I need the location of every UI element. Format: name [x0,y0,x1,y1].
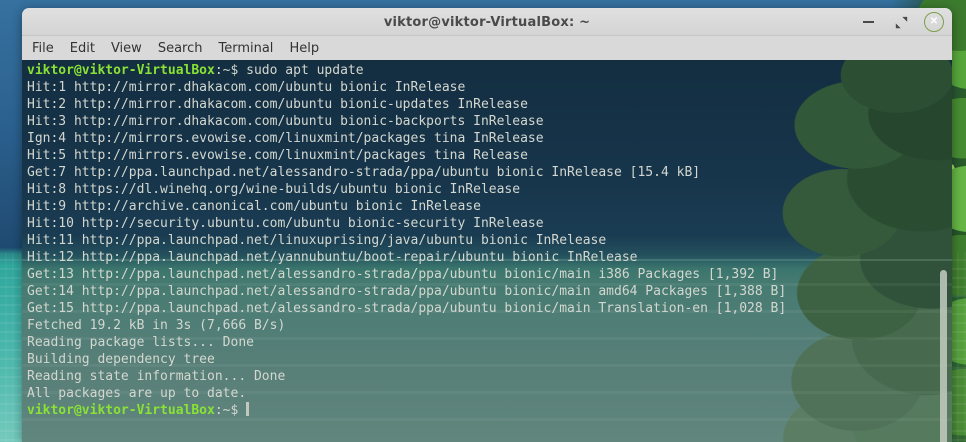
terminal-output: viktor@viktor-VirtualBox:~$ sudo apt upd… [22,60,952,419]
terminal-cursor [246,402,250,416]
minimize-button[interactable] [858,12,878,32]
close-icon: ✕ [929,16,939,27]
terminal-line: Hit:8 https://dl.winehq.org/wine-builds/… [27,182,521,197]
terminal-line: Hit:10 http://security.ubuntu.com/ubuntu… [27,216,544,231]
menu-item-edit[interactable]: Edit [62,36,103,60]
desktop: viktor@viktor-VirtualBox: ~ ✕ File Edit [0,0,966,442]
terminal-line: Get:14 http://ppa.launchpad.net/alessand… [27,284,787,299]
terminal-line: Hit:1 http://mirror.dhakacom.com/ubuntu … [27,80,466,95]
terminal-line: Fetched 19.2 kB in 3s (7,666 B/s) [27,318,286,333]
shell-prompt-suffix: :~$ [214,63,239,78]
window-controls: ✕ [858,8,944,36]
terminal-line: Building dependency tree [27,352,215,367]
menu-item-file[interactable]: File [24,36,62,60]
terminal-line: Hit:11 http://ppa.launchpad.net/linuxupr… [27,233,607,248]
terminal-line: All packages are up to date. [27,386,247,401]
menu-item-search[interactable]: Search [150,36,211,60]
terminal-body[interactable]: viktor@viktor-VirtualBox:~$ sudo apt upd… [22,60,952,442]
shell-prompt-suffix: :~$ [214,403,239,418]
terminal-line: Hit:3 http://mirror.dhakacom.com/ubuntu … [27,114,544,129]
terminal-line: Reading package lists... Done [27,335,254,350]
terminal-line: viktor@viktor-VirtualBox:~$ sudo apt upd… [27,62,952,79]
maximize-button[interactable] [891,12,911,32]
terminal-line: Ign:4 http://mirrors.evowise.com/linuxmi… [27,131,544,146]
terminal-line: Reading state information... Done [27,369,286,384]
shell-prompt: viktor@viktor-VirtualBox [27,403,215,418]
terminal-line: Hit:2 http://mirror.dhakacom.com/ubuntu … [27,97,528,112]
shell-prompt: viktor@viktor-VirtualBox [27,63,215,78]
minimize-icon [862,21,874,23]
menu-bar: File Edit View Search Terminal Help [22,36,952,60]
maximize-icon [895,16,907,28]
terminal-line: Hit:9 http://archive.canonical.com/ubunt… [27,199,481,214]
terminal-line: Hit:12 http://ppa.launchpad.net/yannubun… [27,250,638,265]
shell-command: sudo apt update [238,63,364,78]
title-bar[interactable]: viktor@viktor-VirtualBox: ~ ✕ [22,8,952,36]
menu-item-help[interactable]: Help [281,36,327,60]
terminal-line: Get:15 http://ppa.launchpad.net/alessand… [27,301,787,316]
terminal-line: Hit:5 http://mirrors.evowise.com/linuxmi… [27,148,528,163]
close-button[interactable]: ✕ [924,12,944,32]
terminal-window: viktor@viktor-VirtualBox: ~ ✕ File Edit [22,8,952,442]
menu-item-terminal[interactable]: Terminal [210,36,281,60]
terminal-line: Get:13 http://ppa.launchpad.net/alessand… [27,267,779,282]
window-title: viktor@viktor-VirtualBox: ~ [383,14,591,30]
scrollbar-thumb[interactable] [940,270,947,442]
terminal-line: Get:7 http://ppa.launchpad.net/alessandr… [27,165,701,180]
menu-item-view[interactable]: View [103,36,150,60]
terminal-line: viktor@viktor-VirtualBox:~$ [27,402,952,419]
